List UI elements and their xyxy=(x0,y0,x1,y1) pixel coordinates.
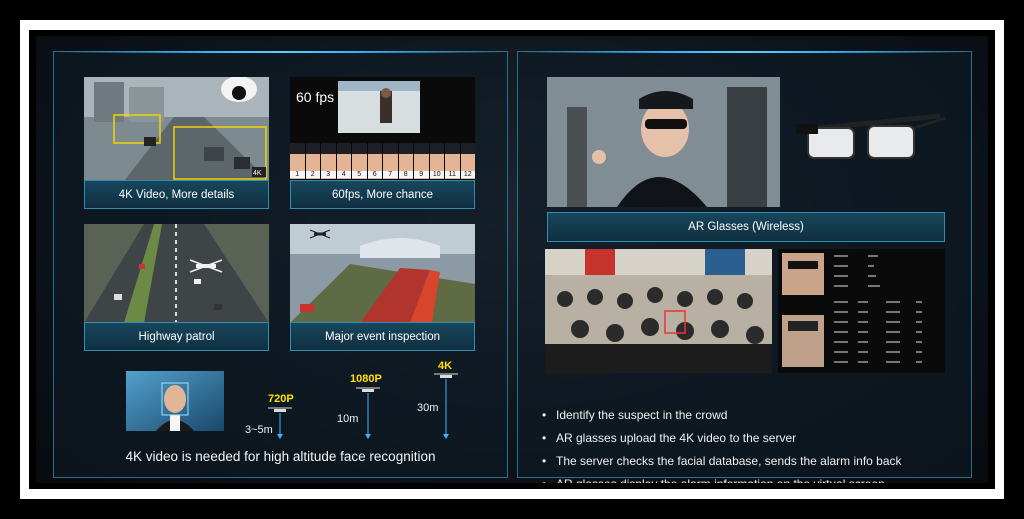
ar-glasses-image xyxy=(796,113,947,159)
face-frame: 1 xyxy=(290,143,305,179)
resolution-4k: 4K xyxy=(438,360,453,372)
caption-ar-glasses: AR Glasses (Wireless) xyxy=(547,212,945,242)
slide: 4K 4K Video, More details 60 fps 1 2 3 4… xyxy=(36,36,988,483)
altitude-3-5m: 3~5m xyxy=(245,424,273,436)
crowd-image xyxy=(545,249,772,373)
highway-image xyxy=(84,224,269,323)
right-panel: AR Glasses (Wireless) • Identify the sus… xyxy=(517,51,972,483)
face-frame: 2 xyxy=(305,143,320,179)
resolution-720p: 720P xyxy=(268,393,294,405)
badge-4k: 4K xyxy=(253,170,262,177)
caption-4k-video: 4K Video, More details xyxy=(84,180,269,209)
face-frame: 6 xyxy=(367,143,382,179)
list-item: The server checks the facial database, s… xyxy=(542,450,902,473)
face-frame: 9 xyxy=(414,143,429,179)
fps-overlay-label: 60 fps xyxy=(296,89,335,105)
list-item: Identify the suspect in the crowd xyxy=(542,404,902,427)
face-frame: 5 xyxy=(352,143,367,179)
caption-highway-patrol: Highway patrol xyxy=(84,322,269,351)
left-footer-text: 4K video is needed for high altitude fac… xyxy=(125,449,436,464)
tile-4k-video: 4K 4K Video, More details xyxy=(84,77,269,209)
event-crowd-image xyxy=(290,224,475,323)
drone-icon xyxy=(356,387,380,439)
street-surveillance-image: 4K xyxy=(84,77,269,181)
face-frame: 8 xyxy=(398,143,413,179)
alarm-info-screen xyxy=(778,249,945,373)
altitude-30m: 30m xyxy=(417,402,439,414)
ar-process-list: Identify the suspect in the crowd AR gla… xyxy=(542,404,902,483)
left-panel: 4K 4K Video, More details 60 fps 1 2 3 4… xyxy=(53,51,508,478)
face-frame: 7 xyxy=(383,143,398,179)
tile-highway-patrol: Highway patrol xyxy=(84,224,269,351)
list-item: AR glasses display the alarm information… xyxy=(542,473,902,483)
face-frame: 12 xyxy=(460,143,475,179)
face-frame: 10 xyxy=(429,143,444,179)
tile-60fps: 60 fps 1 2 3 4 5 6 7 8 9 10 11 12 60fps,… xyxy=(290,77,475,209)
tile-major-event: Major event inspection xyxy=(290,224,475,351)
altitude-10m: 10m xyxy=(337,413,359,425)
face-frame: 4 xyxy=(336,143,351,179)
resolution-1080p: 1080P xyxy=(350,373,382,385)
caption-major-event: Major event inspection xyxy=(290,322,475,351)
face-frame: 11 xyxy=(445,143,460,179)
face-recognition-image xyxy=(126,371,224,431)
list-item: AR glasses upload the 4K video to the se… xyxy=(542,427,902,450)
caption-60fps: 60fps, More chance xyxy=(290,180,475,209)
face-sequence: 1 2 3 4 5 6 7 8 9 10 11 12 xyxy=(290,143,475,179)
face-frame: 3 xyxy=(321,143,336,179)
police-officer-image xyxy=(547,77,780,207)
